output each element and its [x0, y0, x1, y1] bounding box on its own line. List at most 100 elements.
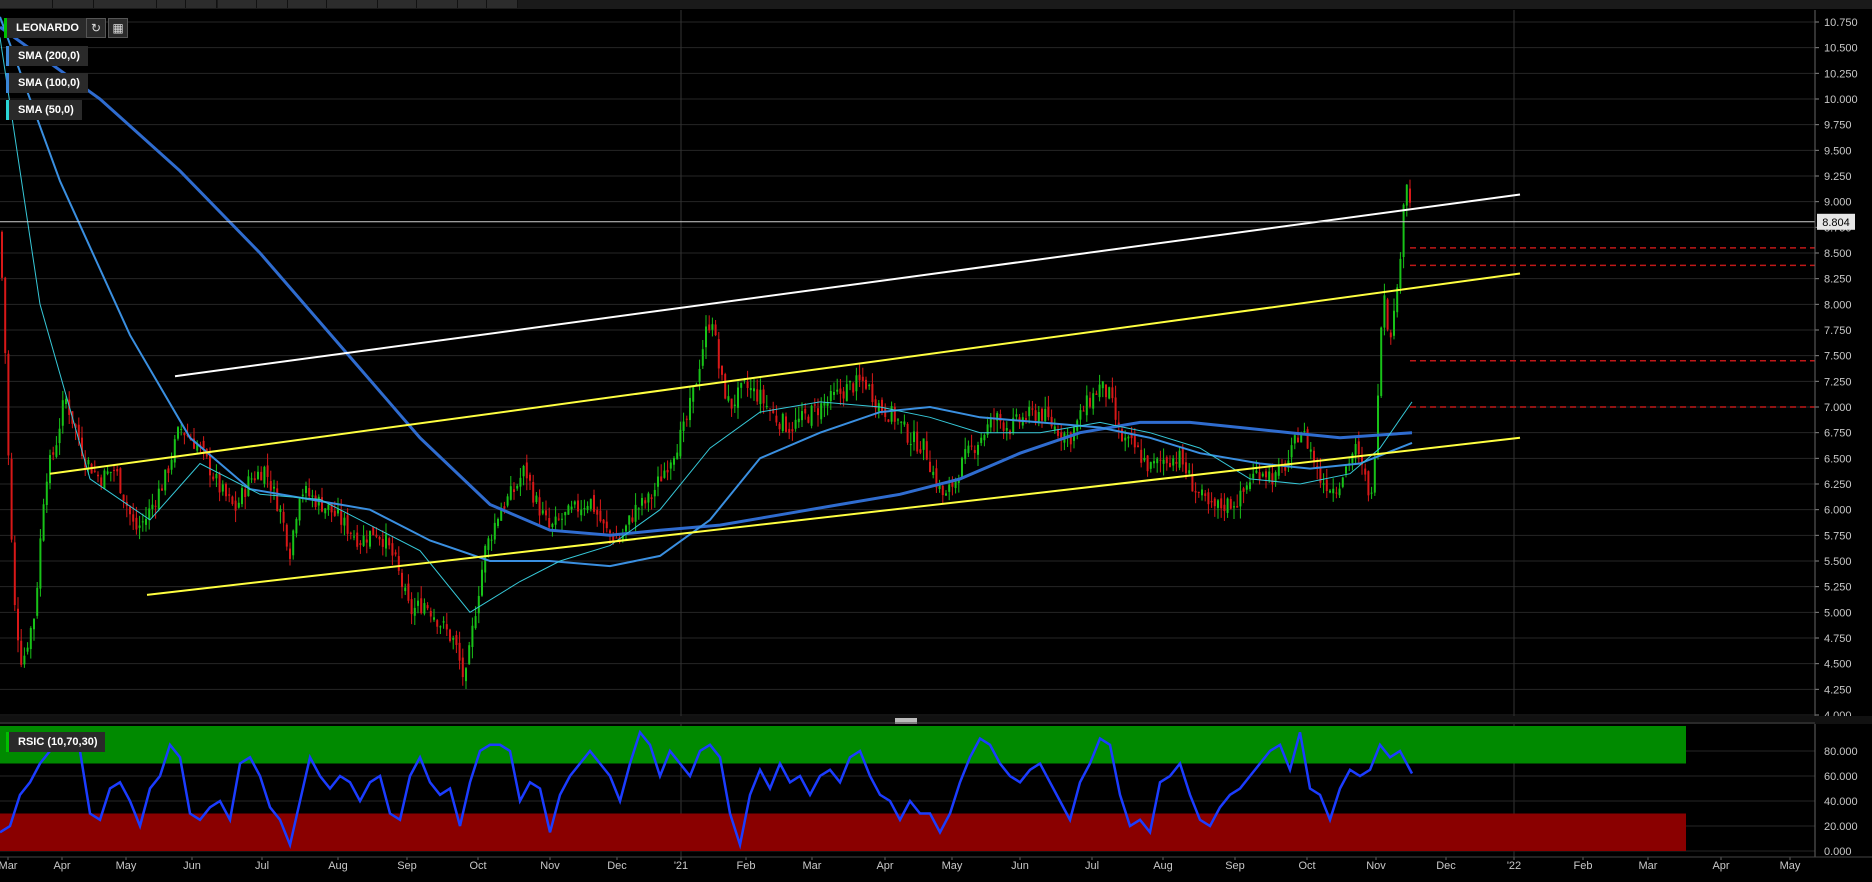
candle-body: [554, 516, 557, 525]
candle-body: [157, 488, 160, 510]
candle-body: [551, 523, 554, 528]
candle-body: [753, 388, 755, 392]
x-tick-label: '21: [674, 860, 688, 872]
candle-body: [650, 497, 653, 499]
candle-body: [1047, 406, 1050, 418]
calendar-icon[interactable]: ▦: [108, 18, 128, 38]
candle-body: [948, 484, 951, 492]
indicator-sma-100[interactable]: SMA (100,0): [6, 73, 88, 93]
candle-body: [503, 506, 506, 509]
candle-body: [631, 517, 634, 522]
candle-body: [218, 473, 221, 493]
symbol-label[interactable]: LEONARDO: [4, 18, 87, 38]
candle-body: [39, 538, 42, 589]
x-tick-label: Sep: [397, 860, 417, 872]
candle-body: [1194, 491, 1197, 493]
candle-body: [1380, 327, 1383, 396]
candle-body: [1213, 498, 1216, 507]
x-tick-label: Oct: [469, 860, 486, 872]
candle-body: [346, 515, 349, 534]
candle-body: [1124, 437, 1127, 441]
candle-body: [567, 505, 570, 515]
candle-body: [333, 510, 336, 516]
candle-body: [858, 374, 861, 381]
candle-body: [250, 478, 253, 480]
candle-body: [1111, 387, 1114, 399]
indicator-sma-50[interactable]: SMA (50,0): [6, 100, 82, 120]
candle-body: [823, 402, 826, 406]
candle-body: [1031, 408, 1034, 410]
candle-body: [161, 488, 163, 491]
candle-body: [433, 617, 435, 620]
candle-body: [855, 375, 858, 392]
candle-body: [929, 461, 931, 473]
candle-body: [813, 404, 816, 406]
price-tick-label: 5.250: [1824, 582, 1852, 594]
indicator-sma-200[interactable]: SMA (200,0): [6, 46, 88, 66]
candle-body: [1175, 461, 1178, 464]
candle-body: [1274, 472, 1277, 482]
candle-body: [385, 534, 387, 549]
price-tick-label: 9.250: [1824, 171, 1852, 183]
candle-body: [369, 530, 371, 547]
candle-body: [1137, 445, 1139, 448]
candle-body: [1258, 472, 1261, 480]
candle-body: [1034, 410, 1037, 421]
x-tick-label: Mar: [1639, 860, 1658, 872]
price-tick-label: 4.750: [1824, 633, 1852, 645]
price-tick-label: 6.500: [1824, 453, 1852, 465]
candle-body: [570, 506, 573, 510]
candle-body: [292, 530, 295, 556]
candle-body: [861, 376, 864, 382]
candle-body: [1114, 397, 1117, 420]
candle-body: [55, 445, 58, 457]
candle-body: [669, 462, 672, 469]
indicator-rsi[interactable]: RSIC (10,70,30): [6, 732, 106, 752]
candle-body: [833, 391, 835, 395]
candle-body: [692, 387, 695, 402]
candle-body: [788, 428, 791, 433]
price-chart[interactable]: 10.750 10.500 10.250 10.000 9.750 9.500 9.250 9…: [0, 0, 1872, 882]
candle-body: [705, 326, 707, 348]
candle-body: [925, 441, 928, 460]
candle-body: [42, 504, 45, 541]
candle-body: [1265, 471, 1267, 478]
candle-body: [749, 388, 752, 391]
candle-body: [903, 421, 906, 425]
candle-body: [583, 508, 586, 510]
candle-body: [897, 419, 899, 421]
candle-body: [845, 384, 848, 402]
candle-body: [263, 466, 266, 484]
candle-body: [1354, 444, 1357, 455]
candle-body: [1005, 428, 1008, 431]
candle-body: [983, 434, 986, 441]
x-tick-label: Aug: [328, 860, 348, 872]
candle-body: [468, 645, 471, 665]
candle-body: [1290, 445, 1293, 458]
candle-body: [609, 530, 611, 534]
candle-body: [452, 638, 455, 640]
candle-body: [711, 324, 714, 330]
price-tick-label: 4.250: [1824, 684, 1852, 696]
price-tick-label: 8.500: [1824, 248, 1852, 260]
candle-body: [964, 449, 967, 460]
candle-body: [260, 471, 263, 481]
price-tick-label: 8.000: [1824, 299, 1852, 311]
candle-body: [701, 349, 704, 366]
candle-body: [1229, 499, 1232, 509]
candle-body: [362, 535, 365, 546]
candle-body: [497, 518, 499, 526]
candle-body: [407, 583, 410, 601]
candle-body: [1140, 449, 1143, 463]
candle-body: [1277, 465, 1280, 476]
refresh-icon[interactable]: ↻: [86, 18, 106, 38]
candle-body: [977, 444, 979, 455]
candle-body: [442, 621, 445, 623]
candle-body: [762, 389, 765, 404]
candle-body: [1197, 491, 1200, 493]
candle-body: [807, 416, 810, 423]
x-tick-label: Sep: [1225, 860, 1245, 872]
candle-body: [884, 408, 887, 417]
candle-body: [797, 418, 800, 423]
candle-body: [881, 399, 883, 412]
